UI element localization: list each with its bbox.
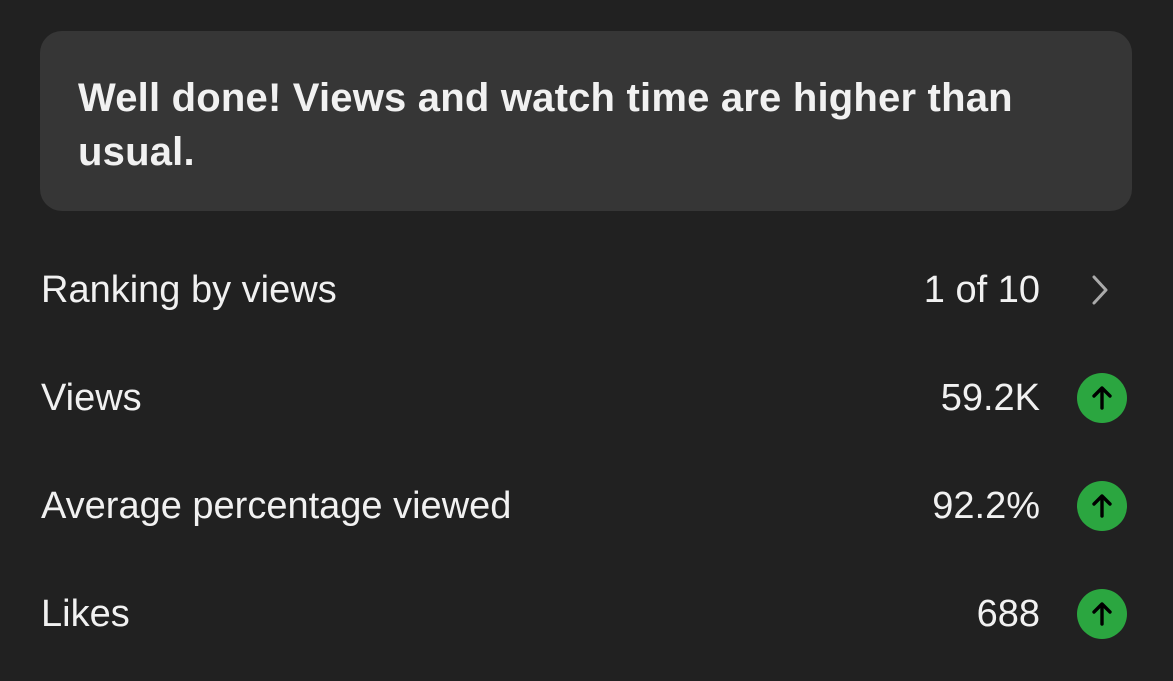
banner-message: Well done! Views and watch time are high… xyxy=(78,76,1013,174)
average-percentage-viewed-value: 92.2% xyxy=(932,484,1040,527)
views-label: Views xyxy=(41,376,142,419)
likes-value: 688 xyxy=(976,592,1040,635)
likes-label: Likes xyxy=(41,592,130,635)
analytics-summary: Well done! Views and watch time are high… xyxy=(0,0,1173,681)
likes-row: Likes 688 xyxy=(0,560,1173,668)
ranking-row[interactable]: Ranking by views 1 of 10 xyxy=(0,236,1173,344)
views-row: Views 59.2K xyxy=(0,344,1173,452)
views-value: 59.2K xyxy=(940,376,1040,419)
arrow-up-icon xyxy=(1077,481,1127,531)
ranking-value: 1 of 10 xyxy=(923,268,1040,311)
performance-banner: Well done! Views and watch time are high… xyxy=(40,31,1132,211)
arrow-up-icon xyxy=(1077,373,1127,423)
ranking-label: Ranking by views xyxy=(41,268,337,311)
metrics-list: Ranking by views 1 of 10 Views 59.2K Ave… xyxy=(0,236,1173,668)
average-percentage-viewed-label: Average percentage viewed xyxy=(41,484,512,527)
average-percentage-viewed-row: Average percentage viewed 92.2% xyxy=(0,452,1173,560)
arrow-up-icon xyxy=(1077,589,1127,639)
chevron-right-icon[interactable] xyxy=(1085,270,1115,310)
